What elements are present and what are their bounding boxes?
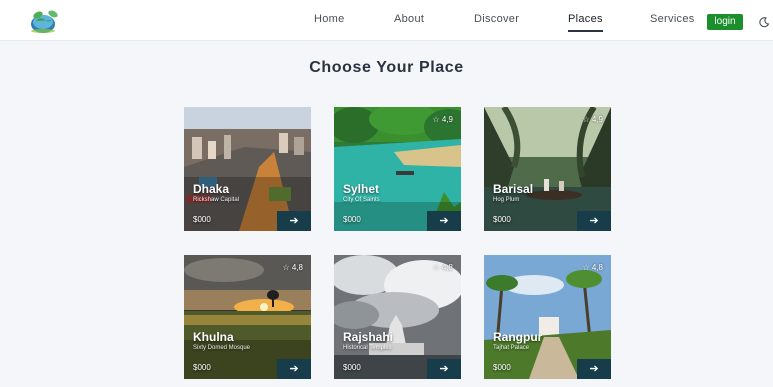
place-card-sylhet[interactable]: ☆ 4,9 Sylhet City Of Saints $000 ➔ bbox=[334, 107, 461, 231]
page-heading: Choose Your Place bbox=[309, 59, 464, 76]
place-price: $000 bbox=[343, 363, 361, 372]
place-price: $000 bbox=[193, 215, 211, 224]
place-subtitle: City Of Saints bbox=[343, 197, 380, 203]
place-subtitle: Rickshaw Capital bbox=[193, 197, 240, 203]
arrow-right-button[interactable]: ➔ bbox=[277, 211, 311, 231]
arrow-right-button[interactable]: ➔ bbox=[277, 359, 311, 379]
place-price: $000 bbox=[493, 363, 511, 372]
place-name: Barisal bbox=[493, 182, 534, 196]
place-card-dhaka[interactable]: Dhaka Rickshaw Capital $000 ➔ bbox=[184, 107, 311, 231]
place-subtitle: Historical Temples bbox=[343, 345, 392, 351]
place-price: $000 bbox=[193, 363, 211, 372]
nav-places[interactable]: Places bbox=[568, 13, 603, 32]
rating-badge: ☆ 4,9 bbox=[432, 115, 453, 124]
rating-badge: ☆ 4,8 bbox=[282, 263, 303, 272]
place-name: Sylhet bbox=[343, 182, 380, 196]
rating-badge: ☆ 4,8 bbox=[432, 263, 453, 272]
place-name: Rajshahi bbox=[343, 330, 394, 344]
arrow-right-icon: ➔ bbox=[289, 363, 299, 375]
arrow-right-button[interactable]: ➔ bbox=[427, 211, 461, 231]
arrow-right-button[interactable]: ➔ bbox=[577, 211, 611, 231]
rating-badge: ☆ 4,8 bbox=[582, 263, 603, 272]
place-card-khulna[interactable]: ☆ 4,8 Khulna Sixty Domed Mosque $000 ➔ bbox=[184, 255, 311, 379]
nav-home[interactable]: Home bbox=[314, 13, 345, 25]
arrow-right-icon: ➔ bbox=[439, 363, 449, 375]
place-card-barisal[interactable]: ☆ 4,9 Barisal Hog Plum $000 ➔ bbox=[484, 107, 611, 231]
login-button[interactable]: login bbox=[707, 14, 743, 30]
place-subtitle: Hog Plum bbox=[493, 197, 520, 203]
moon-icon[interactable] bbox=[758, 16, 770, 28]
place-name: Rangpur bbox=[493, 330, 543, 344]
rating-badge: ☆ 4,9 bbox=[582, 115, 603, 124]
nav-about[interactable]: About bbox=[394, 13, 424, 25]
arrow-right-icon: ➔ bbox=[589, 363, 599, 375]
nav-discover[interactable]: Discover bbox=[474, 13, 519, 25]
place-name: Dhaka bbox=[193, 182, 230, 196]
nav-services[interactable]: Services bbox=[650, 13, 695, 25]
place-card-rajshahi[interactable]: ☆ 4,8 Rajshahi Historical Temples $000 ➔ bbox=[334, 255, 461, 379]
globe-leaf-logo[interactable] bbox=[26, 8, 64, 34]
navbar: Home About Discover Places Services logi… bbox=[0, 0, 773, 41]
place-price: $000 bbox=[493, 215, 511, 224]
place-name: Khulna bbox=[193, 330, 234, 344]
arrow-right-button[interactable]: ➔ bbox=[427, 359, 461, 379]
place-card-rangpur[interactable]: ☆ 4,8 Rangpur Tajhat Palace $000 ➔ bbox=[484, 255, 611, 379]
place-subtitle: Sixty Domed Mosque bbox=[193, 345, 251, 351]
arrow-right-icon: ➔ bbox=[439, 215, 449, 227]
arrow-right-icon: ➔ bbox=[589, 215, 599, 227]
place-subtitle: Tajhat Palace bbox=[493, 345, 530, 351]
place-price: $000 bbox=[343, 215, 361, 224]
arrow-right-button[interactable]: ➔ bbox=[577, 359, 611, 379]
arrow-right-icon: ➔ bbox=[289, 215, 299, 227]
